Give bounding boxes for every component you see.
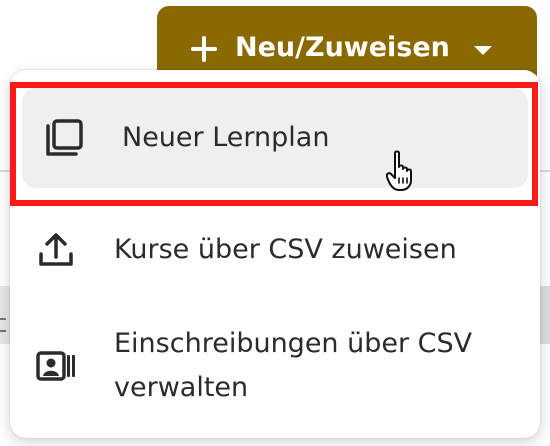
menu-item-manage-enrollments-csv[interactable]: Einschreibungen über CSV verwalten [10, 318, 528, 414]
background-menu-glyph [0, 318, 6, 332]
menu-item-new-learning-plan[interactable]: Neuer Lernplan [22, 88, 528, 188]
new-assign-label: Neu/Zuweisen [235, 32, 450, 63]
id-card-icon [36, 346, 76, 386]
plus-icon [191, 36, 217, 62]
caret-down-icon [473, 46, 492, 55]
copy-stack-icon [44, 118, 84, 158]
background-scroll-edge [540, 286, 550, 344]
menu-item-label: Kurse über CSV zuweisen [114, 234, 457, 265]
menu-item-label-line1: Einschreibungen über CSV [114, 328, 473, 359]
menu-item-assign-courses-csv[interactable]: Kurse über CSV zuweisen [10, 220, 528, 280]
menu-item-label-line2: verwalten [114, 372, 249, 403]
menu-item-label: Neuer Lernplan [122, 122, 330, 153]
menu-item-label-multiline: Einschreibungen über CSV verwalten [114, 322, 472, 410]
upload-icon [36, 230, 76, 270]
